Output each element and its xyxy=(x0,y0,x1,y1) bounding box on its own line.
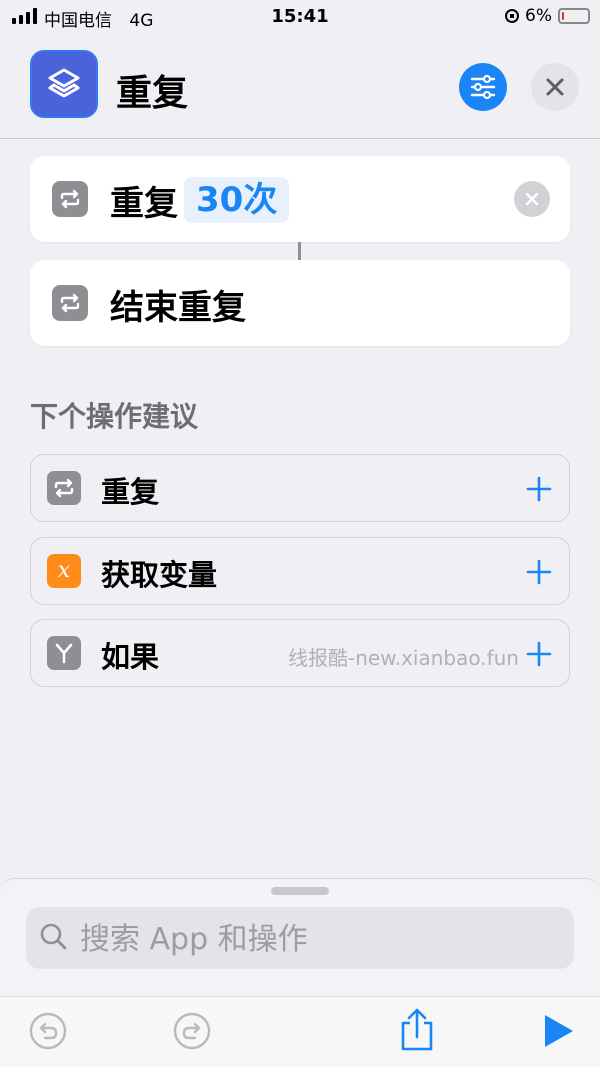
sliders-icon xyxy=(470,74,496,100)
suggestions-heading: 下个操作建议 xyxy=(30,400,199,433)
play-icon[interactable] xyxy=(540,1013,576,1049)
undo-icon[interactable] xyxy=(28,1011,68,1051)
search-icon xyxy=(40,923,67,950)
bottom-toolbar xyxy=(0,996,600,1067)
variable-icon: x xyxy=(47,554,81,588)
suggestion-if-icon xyxy=(47,636,81,670)
status-right: 6% xyxy=(505,6,590,26)
repeat-icon xyxy=(60,189,80,209)
add-icon[interactable] xyxy=(525,475,553,503)
remove-action-button[interactable] xyxy=(514,181,550,217)
sheet-grabber[interactable] xyxy=(271,887,329,895)
branch-icon xyxy=(55,643,73,664)
redo-icon[interactable] xyxy=(172,1011,212,1051)
status-bar: 中国电信 4G 15:41 6% xyxy=(0,0,600,34)
orientation-lock-icon xyxy=(505,9,520,23)
settings-button[interactable] xyxy=(459,63,507,111)
actions-sheet xyxy=(0,878,600,996)
add-icon[interactable] xyxy=(525,558,553,586)
close-button[interactable] xyxy=(531,63,579,111)
suggestion-label: 如果 xyxy=(101,640,160,674)
suggestion-repeat[interactable]: 重复 xyxy=(30,454,570,522)
suggestion-label: 重复 xyxy=(101,475,160,509)
repeat-icon xyxy=(54,478,74,498)
repeat-block-connector xyxy=(298,242,301,260)
repeat-action-card[interactable]: 重复 30次 xyxy=(30,156,570,242)
add-icon[interactable] xyxy=(525,640,553,668)
layers-icon xyxy=(48,68,80,98)
repeat-count-token[interactable]: 30次 xyxy=(184,177,290,223)
close-icon xyxy=(546,78,564,96)
shortcut-icon-button[interactable] xyxy=(30,50,98,118)
editor-header: 重复 xyxy=(0,34,600,139)
close-icon xyxy=(525,192,539,206)
search-bar[interactable] xyxy=(26,907,574,971)
repeat-action-icon xyxy=(52,181,88,217)
watermark-text: 线报酷-new.xianbao.fun xyxy=(288,646,519,670)
battery-percent: 6% xyxy=(525,6,552,26)
repeat-action-label: 重复 xyxy=(110,184,178,224)
end-repeat-action-icon xyxy=(52,285,88,321)
search-input[interactable] xyxy=(78,907,562,971)
suggestion-label: 获取变量 xyxy=(101,558,218,592)
repeat-icon xyxy=(60,293,80,313)
end-repeat-action-label: 结束重复 xyxy=(110,288,246,328)
suggestion-repeat-icon xyxy=(47,471,81,505)
end-repeat-action-card[interactable]: 结束重复 xyxy=(30,260,570,346)
battery-icon xyxy=(558,8,590,24)
suggestion-get-variable[interactable]: x 获取变量 xyxy=(30,537,570,605)
battery-level xyxy=(562,12,564,20)
share-icon[interactable] xyxy=(397,1007,437,1053)
shortcut-title[interactable]: 重复 xyxy=(116,64,188,116)
